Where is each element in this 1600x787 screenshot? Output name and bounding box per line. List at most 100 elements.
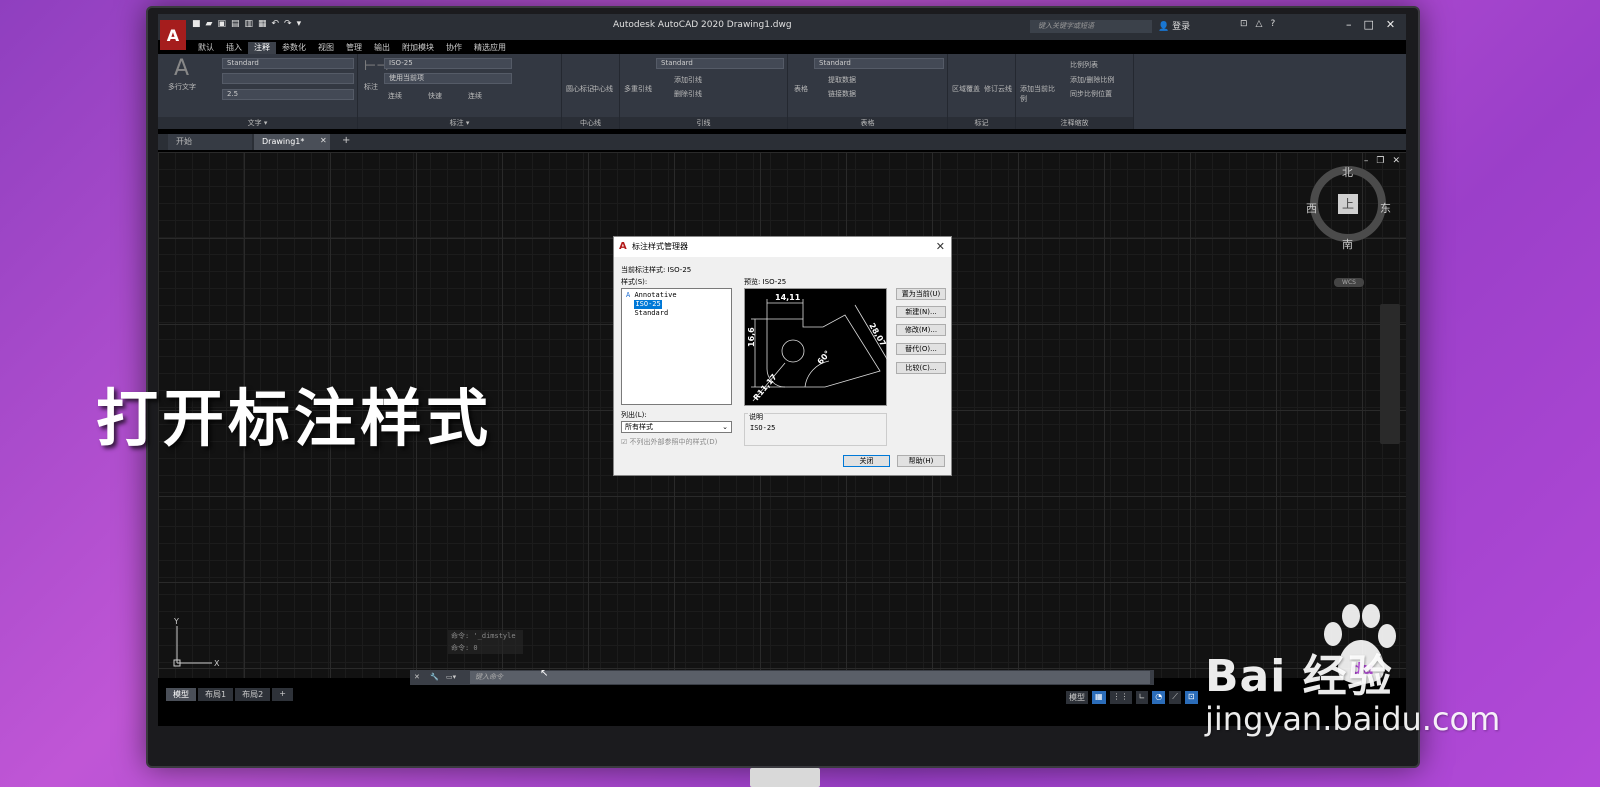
multiline-text-icon[interactable]: A <box>174 56 189 81</box>
leader-panel-title[interactable]: 引线 <box>620 117 787 129</box>
dimension-panel-title[interactable]: 标注 ▾ <box>358 117 561 129</box>
tab-addins[interactable]: 附加模块 <box>396 42 440 54</box>
text-style-select[interactable]: Standard <box>222 58 354 69</box>
help-button[interactable]: 帮助(H) <box>897 455 945 467</box>
set-current-button[interactable]: 置为当前(U) <box>896 288 946 300</box>
tab-default[interactable]: 默认 <box>192 42 220 54</box>
tab-collaborate[interactable]: 协作 <box>440 42 468 54</box>
command-customize-icon[interactable]: 🔧 <box>430 670 439 685</box>
scale-list-tool[interactable]: 比例列表 <box>1070 60 1098 70</box>
dimension-button[interactable]: 标注 <box>364 82 378 92</box>
style-item-standard[interactable]: Standard <box>626 309 727 318</box>
redo-icon[interactable]: ↷ <box>284 19 292 29</box>
cart-icon[interactable]: ⊡ <box>1240 19 1248 29</box>
command-close-icon[interactable]: ✕ <box>414 670 420 685</box>
baseline-tool[interactable]: 连续 <box>468 91 482 101</box>
link-data-tool[interactable]: 链接数据 <box>828 89 856 99</box>
tab-view[interactable]: 视图 <box>312 42 340 54</box>
tab-manage[interactable]: 管理 <box>340 42 368 54</box>
extract-data-tool[interactable]: 提取数据 <box>828 75 856 85</box>
style-item-annotative[interactable]: A Annotative <box>626 291 727 300</box>
tab-parametric[interactable]: 参数化 <box>276 42 312 54</box>
viewcube-south[interactable]: 南 <box>1342 236 1353 252</box>
add-current-scale-button[interactable]: 添加当前比例 <box>1020 84 1060 104</box>
table-panel-title[interactable]: 表格 <box>788 117 947 129</box>
navigation-bar[interactable] <box>1380 304 1400 444</box>
new-file-icon[interactable]: ■ <box>192 19 201 29</box>
command-input[interactable]: 键入命令 <box>470 671 1150 684</box>
wcs-menu[interactable]: WCS <box>1334 278 1364 287</box>
isodraft-icon[interactable]: ⟋ <box>1169 691 1181 704</box>
search-input[interactable]: 键入关键字或短语 <box>1030 20 1152 33</box>
undo-icon[interactable]: ↶ <box>272 19 280 29</box>
override-button[interactable]: 替代(O)... <box>896 343 946 355</box>
new-button[interactable]: 新建(N)... <box>896 306 946 318</box>
style-item-iso25[interactable]: ISO-25 <box>626 300 727 309</box>
print-icon[interactable]: ▦ <box>258 19 267 29</box>
tab-featured-apps[interactable]: 精选应用 <box>468 42 512 54</box>
viewport-close-icon[interactable]: ✕ <box>1392 156 1400 166</box>
sign-in-button[interactable]: 👤 登录 <box>1158 19 1190 32</box>
tab-start[interactable]: 开始 <box>168 134 252 150</box>
polar-toggle-icon[interactable]: ◔ <box>1152 691 1166 704</box>
styles-list[interactable]: A Annotative ISO-25 Standard <box>621 288 732 405</box>
grid-toggle-icon[interactable]: ▦ <box>1092 691 1106 704</box>
viewport-minimize-icon[interactable]: – <box>1364 156 1369 166</box>
save-icon[interactable]: ▣ <box>217 19 226 29</box>
viewcube-north[interactable]: 北 <box>1342 164 1353 180</box>
add-leader-tool[interactable]: 添加引线 <box>674 75 702 85</box>
osnap-toggle-icon[interactable]: ⊡ <box>1184 691 1198 704</box>
autocad-logo-icon[interactable]: A <box>160 20 186 50</box>
maximize-icon[interactable]: □ <box>1364 18 1374 31</box>
continue-tool[interactable]: 连续 <box>388 91 402 101</box>
publish-icon[interactable]: ▥ <box>244 19 253 29</box>
help-icon[interactable]: ? <box>1270 19 1275 29</box>
close-button[interactable]: 关闭 <box>843 455 890 467</box>
table-button[interactable]: 表格 <box>794 84 808 94</box>
multileader-button[interactable]: 多重引线 <box>624 84 652 94</box>
share-icon[interactable]: △ <box>1256 19 1263 29</box>
add-layout-icon[interactable]: + <box>272 688 293 701</box>
sync-scale-tool[interactable]: 同步比例位置 <box>1070 89 1112 99</box>
multiline-text-button[interactable]: 多行文字 <box>168 82 196 92</box>
model-space-button[interactable]: 模型 <box>1066 691 1088 704</box>
tab-layout2[interactable]: 布局2 <box>235 688 271 701</box>
text-find-input[interactable] <box>222 73 354 84</box>
tab-insert[interactable]: 插入 <box>220 42 248 54</box>
tab-layout1[interactable]: 布局1 <box>198 688 234 701</box>
dim-layer-select[interactable]: 使用当前项 <box>384 73 512 84</box>
revcloud-button[interactable]: 修订云线 <box>984 84 1012 94</box>
xref-checkbox[interactable]: ☑ 不列出外部参照中的样式(D) <box>621 437 717 447</box>
add-delete-scale-tool[interactable]: 添加/删除比例 <box>1070 75 1114 85</box>
tab-annotate[interactable]: 注释 <box>248 42 276 54</box>
close-tab-icon[interactable]: ✕ <box>320 136 327 145</box>
center-mark-button[interactable]: 圆心标记 <box>566 84 594 94</box>
text-height-select[interactable]: 2.5 <box>222 89 354 100</box>
command-recent-icon[interactable]: ▭▾ <box>446 670 456 685</box>
viewcube-west[interactable]: 西 <box>1306 200 1317 216</box>
open-file-icon[interactable]: ▰ <box>206 19 213 29</box>
leader-style-select[interactable]: Standard <box>656 58 784 69</box>
tab-model[interactable]: 模型 <box>166 688 196 701</box>
wipeout-button[interactable]: 区域覆盖 <box>952 84 980 94</box>
quick-tool[interactable]: 快速 <box>428 91 442 101</box>
compare-button[interactable]: 比较(C)... <box>896 362 946 374</box>
close-icon[interactable]: ✕ <box>1386 18 1395 31</box>
viewcube-top[interactable]: 上 <box>1338 194 1358 214</box>
text-panel-title[interactable]: 文字 ▾ <box>158 117 357 129</box>
viewport-restore-icon[interactable]: ❐ <box>1376 156 1384 166</box>
new-tab-icon[interactable]: + <box>342 135 350 146</box>
centerline-button[interactable]: 中心线 <box>592 84 613 94</box>
dialog-close-icon[interactable]: ✕ <box>936 237 945 257</box>
tab-drawing1[interactable]: Drawing1* <box>254 134 330 150</box>
list-filter-select[interactable]: 所有样式 ⌄ <box>621 421 732 433</box>
qat-dropdown-icon[interactable]: ▾ <box>297 19 302 29</box>
minimize-icon[interactable]: – <box>1346 18 1352 31</box>
tab-output[interactable]: 输出 <box>368 42 396 54</box>
modify-button[interactable]: 修改(M)... <box>896 324 946 336</box>
ortho-toggle-icon[interactable]: ∟ <box>1135 691 1149 704</box>
save-as-icon[interactable]: ▤ <box>231 19 240 29</box>
snap-toggle-icon[interactable]: ⋮⋮ <box>1109 691 1132 704</box>
remove-leader-tool[interactable]: 删除引线 <box>674 89 702 99</box>
viewcube-east[interactable]: 东 <box>1380 200 1391 216</box>
